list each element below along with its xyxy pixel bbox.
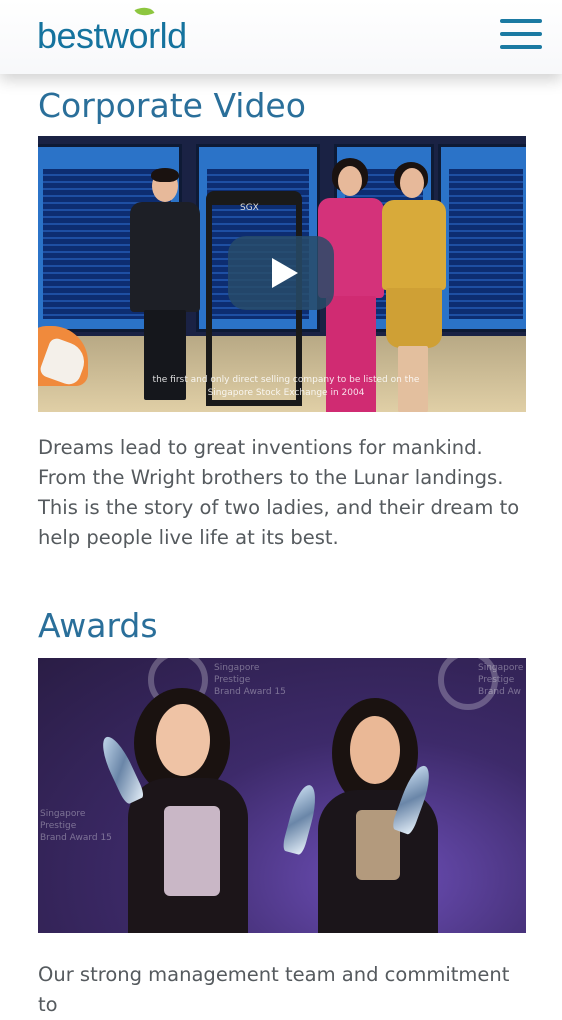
award-banner-left: Singapore Prestige Brand Award 15 bbox=[214, 663, 286, 697]
awards-title: Awards bbox=[38, 606, 158, 645]
corporate-video-title: Corporate Video bbox=[38, 86, 306, 125]
site-header: bestw orld bbox=[0, 0, 562, 74]
award-banner-lower: Singapore Prestige Brand Award 15 bbox=[40, 809, 112, 843]
logo-letter-o: o bbox=[129, 2, 155, 60]
awards-description: Our strong management team and commitmen… bbox=[38, 963, 510, 1016]
corporate-video-description: Dreams lead to great inventions for mank… bbox=[38, 436, 520, 549]
video-caption: the first and only direct selling compan… bbox=[152, 375, 420, 398]
logo-text-end: rld bbox=[148, 15, 187, 56]
bestworld-logo[interactable]: bestw orld bbox=[37, 2, 187, 60]
awards-photo: Singapore Prestige Brand Award 15 Singap… bbox=[38, 658, 526, 933]
trophy-icon bbox=[281, 782, 321, 856]
award-banner-right: Singapore Prestige Brand Aw bbox=[478, 663, 524, 697]
logo-text-start: bestw bbox=[37, 15, 129, 56]
play-icon[interactable] bbox=[228, 236, 334, 310]
hamburger-menu-icon[interactable] bbox=[500, 19, 542, 51]
corporate-video-player[interactable]: SGX the first and only direct selling co… bbox=[38, 136, 526, 412]
